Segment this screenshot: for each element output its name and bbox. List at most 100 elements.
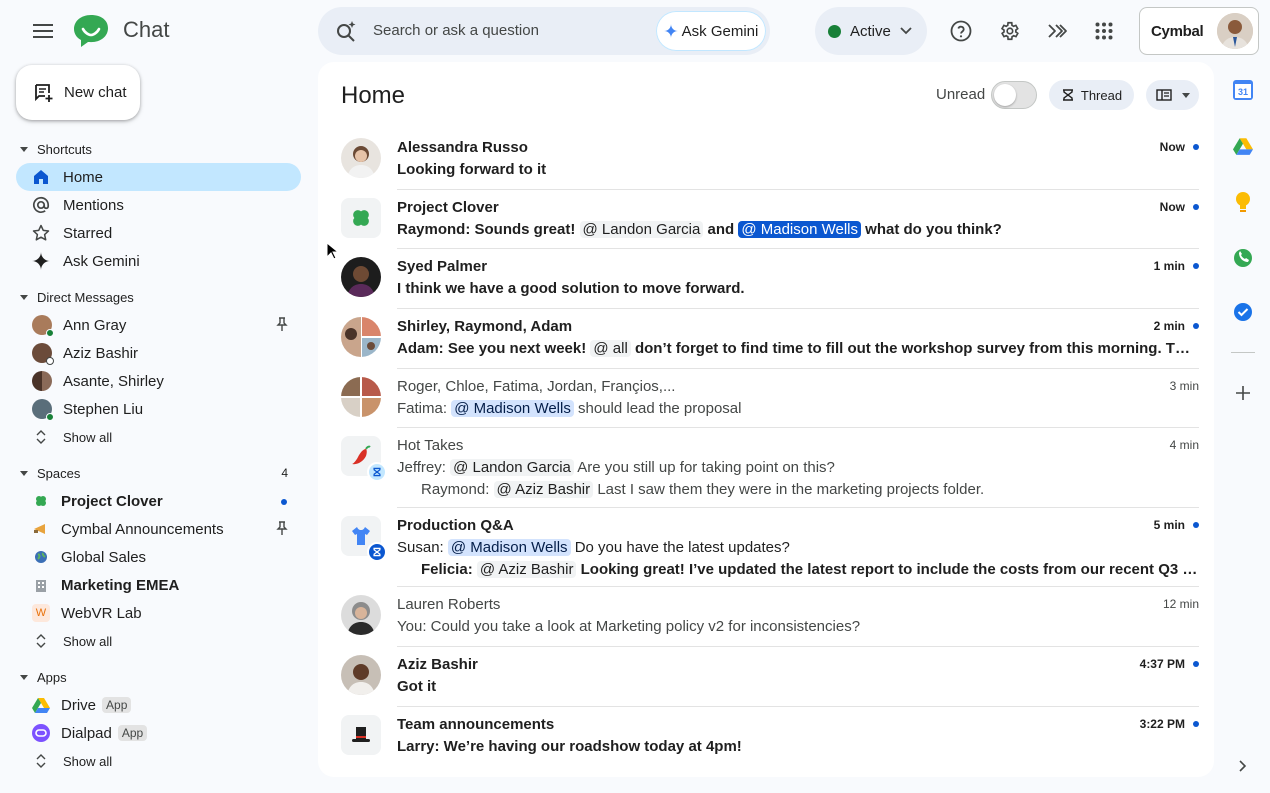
mention-chip[interactable]: @ Aziz Bashir	[476, 560, 577, 578]
thread-reply: Raymond: @ Aziz Bashir Last I saw them t…	[421, 481, 1199, 499]
conversation-message: Susan: @ Madison Wells Do you have the l…	[397, 538, 1197, 556]
shortcuts-header[interactable]: Shortcuts	[0, 135, 312, 163]
conversation-row[interactable]: Alessandra Russo Now Looking forward to …	[341, 130, 1199, 190]
sidebar-space-webvr-lab[interactable]: W WebVR Lab	[16, 599, 301, 627]
unread-dot	[1193, 144, 1199, 150]
help-button[interactable]	[943, 13, 979, 49]
status-selector[interactable]: Active	[815, 7, 927, 55]
sidebar-space-marketing-emea[interactable]: Marketing EMEA	[16, 571, 301, 599]
avatar	[32, 371, 52, 391]
mention-chip[interactable]: @ Landon Garcia	[450, 459, 574, 477]
drive-app-button[interactable]	[1231, 134, 1255, 158]
sidebar-space-project-clover[interactable]: Project Clover	[16, 487, 301, 515]
mention-chip-self[interactable]: @ Madison Wells	[738, 220, 861, 238]
status-label: Active	[850, 22, 891, 40]
conversation-row[interactable]: Hot Takes 4 min Jeffrey: @ Landon Garcia…	[341, 428, 1199, 508]
search-bar[interactable]: Search or ask a question Ask Gemini	[318, 7, 770, 55]
unread-toggle[interactable]	[991, 81, 1037, 109]
sidebar-dm-asante-shirley[interactable]: Asante, Shirley	[16, 367, 301, 395]
sidebar-item-mentions[interactable]: Mentions	[16, 191, 301, 219]
sidebar-space-global-sales[interactable]: Global Sales	[16, 543, 301, 571]
new-chat-icon	[35, 83, 53, 102]
sidebar-item-home[interactable]: Home	[16, 163, 301, 191]
integrations-button[interactable]	[1039, 13, 1075, 49]
conversation-message: Adam: See you next week! @ all don’t for…	[397, 340, 1197, 358]
mention-chip[interactable]: @ Madison Wells	[451, 399, 574, 417]
conversation-row[interactable]: Project Clover Now Raymond: Sounds great…	[341, 190, 1199, 250]
conversation-row[interactable]: Roger, Chloe, Fatima, Jordan, Françios,.…	[341, 369, 1199, 429]
settings-button[interactable]	[991, 13, 1027, 49]
caret-down-icon	[20, 294, 28, 300]
conversation-row[interactable]: Production Q&A 5 min Susan: @ Madison We…	[341, 508, 1199, 588]
conversation-row[interactable]: Team announcements 3:22 PM Larry: We’re …	[341, 707, 1199, 767]
sidebar-item-starred[interactable]: Starred	[16, 219, 301, 247]
conversation-row[interactable]: Syed Palmer 1 min I think we have a good…	[341, 249, 1199, 309]
dm-show-all[interactable]: Show all	[16, 423, 301, 451]
sidebar-space-cymbal-announcements[interactable]: Cymbal Announcements	[16, 515, 301, 543]
direct-messages-header[interactable]: Direct Messages	[0, 283, 312, 311]
apps-show-all[interactable]: Show all	[16, 747, 301, 775]
sidebar-item-ask-gemini[interactable]: Ask Gemini	[16, 247, 301, 275]
unread-dot	[1193, 323, 1199, 330]
sparkle-search-icon	[337, 21, 356, 42]
account-button[interactable]: Cymbal	[1139, 7, 1259, 55]
conversation-message: Larry: We’re having our roadshow today a…	[397, 737, 742, 755]
keep-app-button[interactable]	[1231, 190, 1255, 214]
mention-chip[interactable]: @ Madison Wells	[447, 538, 571, 556]
pin-icon[interactable]	[276, 521, 288, 535]
spaces-show-all[interactable]: Show all	[16, 627, 301, 655]
sidebar-app-drive[interactable]: Drive App	[16, 691, 301, 719]
apps-header[interactable]: Apps	[0, 663, 312, 691]
main-menu-button[interactable]	[25, 13, 61, 49]
megaphone-icon	[32, 520, 50, 538]
ask-gemini-button[interactable]: Ask Gemini	[656, 11, 766, 51]
sidebar-app-dialpad[interactable]: Dialpad App	[16, 719, 301, 747]
app-chip: App	[102, 697, 132, 713]
top-bar: Chat Search or ask a question Ask Gemini…	[0, 0, 1270, 62]
chat-logo-icon	[74, 15, 108, 47]
conversation-row[interactable]: Lauren Roberts 12 min You: Could you tak…	[341, 587, 1199, 647]
space-label: Marketing EMEA	[61, 576, 180, 594]
conversation-time: 3:22 PM	[1139, 716, 1185, 731]
voice-app-button[interactable]	[1231, 246, 1255, 270]
apps-header-label: Apps	[37, 669, 67, 685]
tasks-app-button[interactable]	[1231, 300, 1255, 324]
building-icon	[32, 576, 50, 594]
conversation-message: Looking forward to it	[397, 161, 547, 178]
calendar-app-button[interactable]: 31	[1231, 78, 1255, 102]
star-icon	[32, 224, 50, 242]
drive-icon	[32, 696, 50, 714]
new-chat-button[interactable]: New chat	[16, 65, 140, 120]
conversation-name: Roger, Chloe, Fatima, Jordan, Françios,.…	[397, 377, 676, 395]
message-sender: Fatima:	[397, 399, 448, 417]
avatar	[32, 315, 54, 337]
reply-text: Last I saw them they were in the marketi…	[597, 481, 985, 499]
conversation-time: Now	[1159, 140, 1185, 154]
add-app-button[interactable]	[1231, 381, 1255, 405]
mention-chip[interactable]: @ Aziz Bashir	[493, 481, 594, 499]
layout-menu-button[interactable]	[1146, 80, 1199, 110]
conversation-row[interactable]: Aziz Bashir 4:37 PM Got it	[341, 647, 1199, 707]
app-grid-icon	[1095, 22, 1113, 40]
clover-icon	[341, 197, 381, 238]
mention-chip[interactable]: @ Landon Garcia	[579, 220, 704, 238]
mention-chip[interactable]: @ all	[590, 340, 631, 358]
group-avatar	[341, 376, 381, 417]
sidebar-dm-ann-gray[interactable]: Ann Gray	[16, 311, 301, 339]
conversation-row[interactable]: Shirley, Raymond, Adam 2 min Adam: See y…	[341, 309, 1199, 369]
search-input[interactable]: Search or ask a question	[373, 22, 539, 39]
chevron-down-icon	[1181, 92, 1190, 98]
toggle-knob	[994, 84, 1016, 106]
spaces-header[interactable]: Spaces 4	[0, 459, 312, 487]
space-label: Project Clover	[61, 492, 163, 510]
collapse-rail-button[interactable]	[1231, 754, 1255, 778]
pin-icon[interactable]	[276, 317, 288, 331]
apps-launcher-button[interactable]	[1086, 13, 1122, 49]
sidebar-dm-aziz-bashir[interactable]: Aziz Bashir	[16, 339, 301, 367]
app-chip: App	[117, 725, 148, 741]
brand-logo: Cymbal	[1151, 22, 1204, 40]
thread-filter-button[interactable]: Thread	[1049, 80, 1134, 110]
message-text: Do you have the latest updates?	[574, 538, 790, 556]
sidebar-dm-stephen-liu[interactable]: Stephen Liu	[16, 395, 301, 423]
message-sender: Raymond: Sounds great!	[397, 220, 576, 238]
